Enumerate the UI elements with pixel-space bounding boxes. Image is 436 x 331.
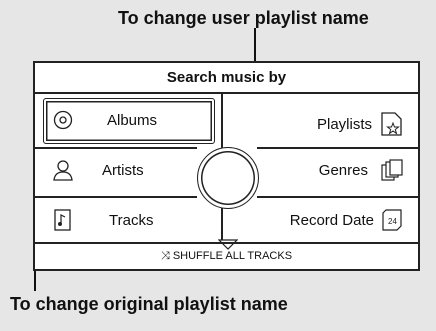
albums-button[interactable]: Albums bbox=[51, 99, 157, 141]
disc-icon bbox=[51, 107, 75, 133]
row-divider bbox=[257, 196, 420, 198]
callout-user-playlist: To change user playlist name bbox=[118, 8, 369, 28]
callout-original-playlist: To change original playlist name bbox=[10, 294, 288, 314]
tracks-label: Tracks bbox=[109, 211, 154, 229]
music-note-icon bbox=[51, 207, 75, 233]
person-icon bbox=[51, 157, 75, 183]
artists-button[interactable]: Artists bbox=[51, 149, 144, 191]
genres-label: Genres bbox=[318, 161, 368, 179]
screen-title: Search music by bbox=[35, 63, 418, 94]
search-music-screen: Search music by Albums Artists Tracks Pl… bbox=[33, 61, 420, 271]
shuffle-label: SHUFFLE ALL TRACKS bbox=[172, 250, 293, 262]
record-date-label: Record Date bbox=[289, 211, 374, 229]
playlists-button[interactable]: Playlists bbox=[317, 103, 404, 145]
playlists-label: Playlists bbox=[316, 115, 372, 133]
record-date-button[interactable]: Record Date 24 bbox=[290, 199, 404, 241]
genre-cards-icon bbox=[380, 157, 404, 183]
center-dial[interactable] bbox=[197, 147, 259, 209]
shuffle-icon: ⤨ bbox=[160, 250, 170, 262]
row-divider bbox=[35, 196, 197, 198]
genres-button[interactable]: Genres bbox=[319, 149, 404, 191]
svg-text:24: 24 bbox=[388, 217, 397, 226]
shuffle-all-tracks-button[interactable]: ⤨ SHUFFLE ALL TRACKS bbox=[35, 242, 418, 269]
playlist-star-icon bbox=[380, 111, 404, 137]
artists-label: Artists bbox=[102, 161, 144, 179]
calendar-icon: 24 bbox=[380, 207, 404, 233]
tracks-button[interactable]: Tracks bbox=[51, 199, 153, 241]
albums-label: Albums bbox=[107, 111, 158, 129]
